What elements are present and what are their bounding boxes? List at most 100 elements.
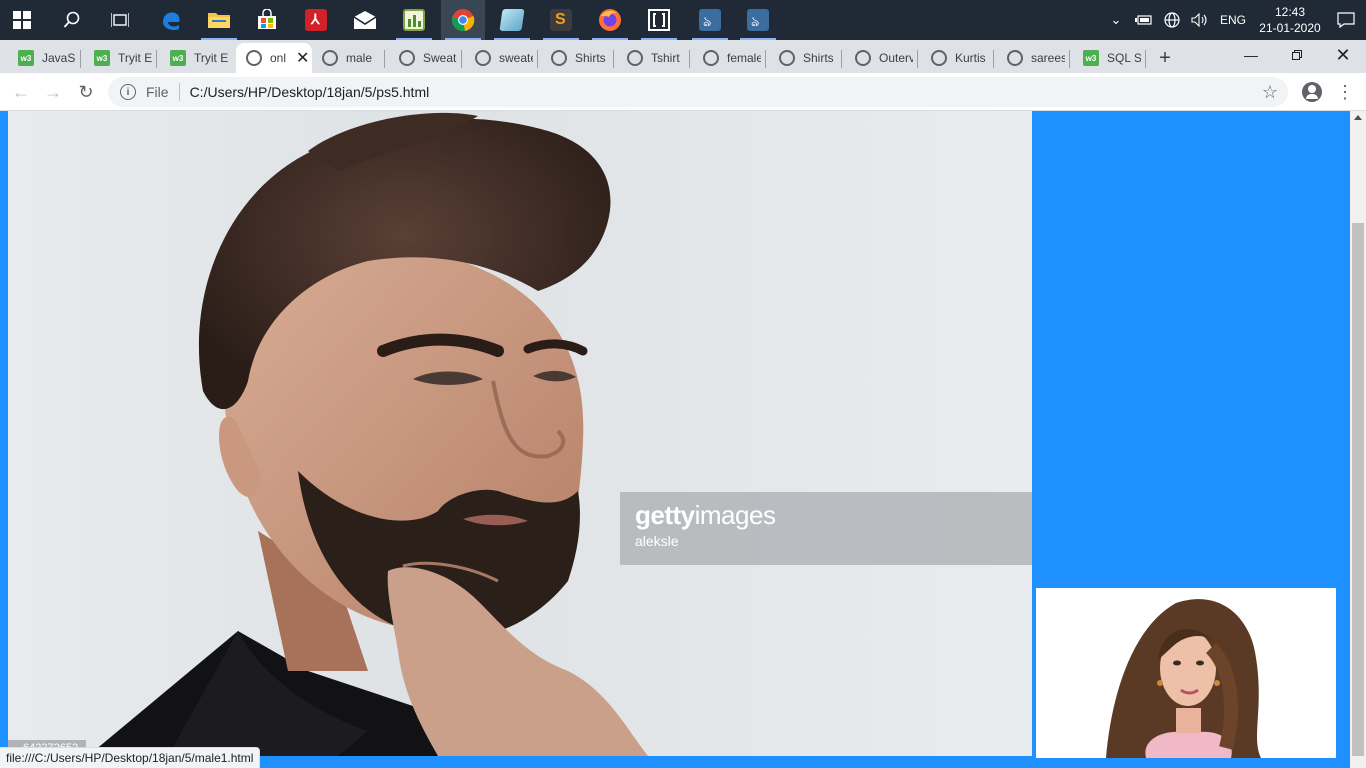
chevron-up-icon[interactable]: ⌄ xyxy=(1107,11,1125,29)
tab-separator xyxy=(156,50,157,68)
chart-app-icon xyxy=(403,9,425,31)
close-window-button[interactable]: ✕ xyxy=(1320,40,1366,70)
tab[interactable]: w3 SQL SE xyxy=(1073,43,1141,73)
globe-favicon-icon xyxy=(551,50,567,66)
tab-title: SQL SE xyxy=(1107,51,1141,65)
notepad-icon xyxy=(499,9,525,31)
back-button[interactable]: ← xyxy=(9,80,33,104)
male-portrait-illustration xyxy=(88,112,648,756)
globe-favicon-icon xyxy=(322,50,338,66)
reload-button[interactable]: ↻ xyxy=(74,80,98,104)
taskbar-mail[interactable] xyxy=(343,0,387,40)
tab[interactable]: sarees xyxy=(997,43,1065,73)
address-bar[interactable]: i File C:/Users/HP/Desktop/18jan/5/ps5.h… xyxy=(108,77,1288,107)
windows-logo-icon xyxy=(13,11,31,29)
w3schools-favicon-icon: w3 xyxy=(170,50,186,66)
tab-separator xyxy=(841,50,842,68)
taskbar: ⅄ S ঌ ঌ ⌄ ENG 12:43 21-01-2020 xyxy=(0,0,1366,40)
taskbar-chrome[interactable] xyxy=(441,0,485,40)
tab[interactable]: Outerv xyxy=(845,43,913,73)
action-center-button[interactable] xyxy=(1326,0,1366,40)
clock[interactable]: 12:43 21-01-2020 xyxy=(1254,4,1326,36)
forward-button[interactable]: → xyxy=(41,80,65,104)
tab-title: onl xyxy=(270,51,287,65)
tab[interactable]: female xyxy=(693,43,761,73)
language-indicator[interactable]: ENG xyxy=(1220,13,1246,27)
globe-favicon-icon xyxy=(855,50,871,66)
gettyimages-watermark: gettyimages aleksle xyxy=(620,492,1032,565)
tab[interactable]: Shirts xyxy=(541,43,609,73)
tab-strip: w3 JavaSc w3 Tryit Ec w3 Tryit Ec onl ✕ male Swea… xyxy=(0,40,1366,73)
task-view-button[interactable] xyxy=(98,0,142,40)
tab-title: male xyxy=(346,51,373,65)
taskbar-sublime[interactable]: S xyxy=(539,0,583,40)
taskbar-mysql-2[interactable]: ঌ xyxy=(736,0,780,40)
link-status-bubble: file:///C:/Users/HP/Desktop/18jan/5/male… xyxy=(0,747,261,768)
minimize-button[interactable]: — xyxy=(1228,40,1274,70)
taskbar-notepad[interactable] xyxy=(490,0,534,40)
mysql-icon: ঌ xyxy=(699,9,721,31)
tab-separator xyxy=(917,50,918,68)
notification-icon xyxy=(1337,12,1355,28)
tab-title: JavaSc xyxy=(42,51,76,65)
taskbar-firefox[interactable] xyxy=(588,0,632,40)
tab[interactable]: Tshirt xyxy=(617,43,685,73)
taskbar-file-explorer[interactable] xyxy=(197,0,241,40)
female-portrait-illustration xyxy=(1106,599,1261,758)
tab[interactable]: w3 Tryit Ec xyxy=(160,43,228,73)
tab[interactable]: w3 Tryit Ec xyxy=(84,43,152,73)
url-text[interactable]: C:/Users/HP/Desktop/18jan/5/ps5.html xyxy=(190,84,430,100)
taskbar-edge[interactable] xyxy=(149,0,193,40)
folder-icon xyxy=(208,13,230,28)
tab[interactable]: Kurtis xyxy=(921,43,989,73)
taskbar-store[interactable] xyxy=(245,0,289,40)
edge-icon xyxy=(163,12,180,31)
profile-avatar-icon[interactable] xyxy=(1302,82,1322,102)
new-tab-button[interactable]: + xyxy=(1154,47,1176,69)
w3schools-favicon-icon: w3 xyxy=(18,50,34,66)
male-model-photo[interactable]: gettyimages aleksle 642272652 xyxy=(8,111,1032,756)
taskbar-chart-app[interactable] xyxy=(392,0,436,40)
reload-icon: ↻ xyxy=(78,81,94,102)
tab-separator xyxy=(765,50,766,68)
acrobat-icon: ⅄ xyxy=(305,9,327,31)
battery-icon[interactable] xyxy=(1134,11,1153,29)
scroll-up-arrow-icon[interactable] xyxy=(1354,115,1362,120)
network-globe-icon[interactable] xyxy=(1163,11,1181,29)
taskbar-acrobat[interactable]: ⅄ xyxy=(294,0,338,40)
tab-close-icon[interactable]: ✕ xyxy=(296,48,309,68)
tab[interactable]: sweate xyxy=(465,43,533,73)
store-icon xyxy=(258,9,276,29)
photo-credit: aleksle xyxy=(635,533,679,549)
gettyimages-logo: gettyimages xyxy=(635,500,776,530)
taskbar-mysql-1[interactable]: ঌ xyxy=(688,0,732,40)
tab-title: Kurtis xyxy=(955,51,986,65)
task-view-icon xyxy=(111,13,129,27)
browser-toolbar: ← → ↻ i File C:/Users/HP/Desktop/18jan/5… xyxy=(0,73,1366,111)
page-scrollbar[interactable] xyxy=(1350,111,1366,768)
tab[interactable]: w3 JavaSc xyxy=(8,43,76,73)
scroll-thumb[interactable] xyxy=(1352,223,1364,756)
tab[interactable]: male xyxy=(312,43,380,73)
tab-title: Tryit Ec xyxy=(194,51,228,65)
page-viewport: gettyimages aleksle 642272652 xyxy=(0,111,1350,768)
restore-button[interactable] xyxy=(1274,40,1320,70)
tab-separator xyxy=(384,50,385,68)
globe-favicon-icon xyxy=(703,50,719,66)
kebab-menu-icon[interactable]: ⋮ xyxy=(1336,81,1354,103)
w3schools-favicon-icon: w3 xyxy=(94,50,110,66)
tab[interactable]: Shirts c xyxy=(769,43,837,73)
tab-title: Tryit Ec xyxy=(118,51,152,65)
bookmark-star-icon[interactable]: ☆ xyxy=(1262,82,1278,103)
volume-icon[interactable] xyxy=(1191,11,1209,29)
search-button[interactable] xyxy=(50,0,94,40)
taskbar-bracket-app[interactable] xyxy=(637,0,681,40)
globe-favicon-icon xyxy=(1007,50,1023,66)
start-button[interactable] xyxy=(0,0,44,40)
sublime-icon: S xyxy=(550,9,572,31)
female-model-thumbnail[interactable] xyxy=(1036,588,1336,758)
tab-active[interactable]: onl ✕ xyxy=(236,43,312,73)
tab[interactable]: Sweate xyxy=(389,43,457,73)
info-icon[interactable]: i xyxy=(120,84,136,100)
tab-title: Shirts xyxy=(575,51,606,65)
